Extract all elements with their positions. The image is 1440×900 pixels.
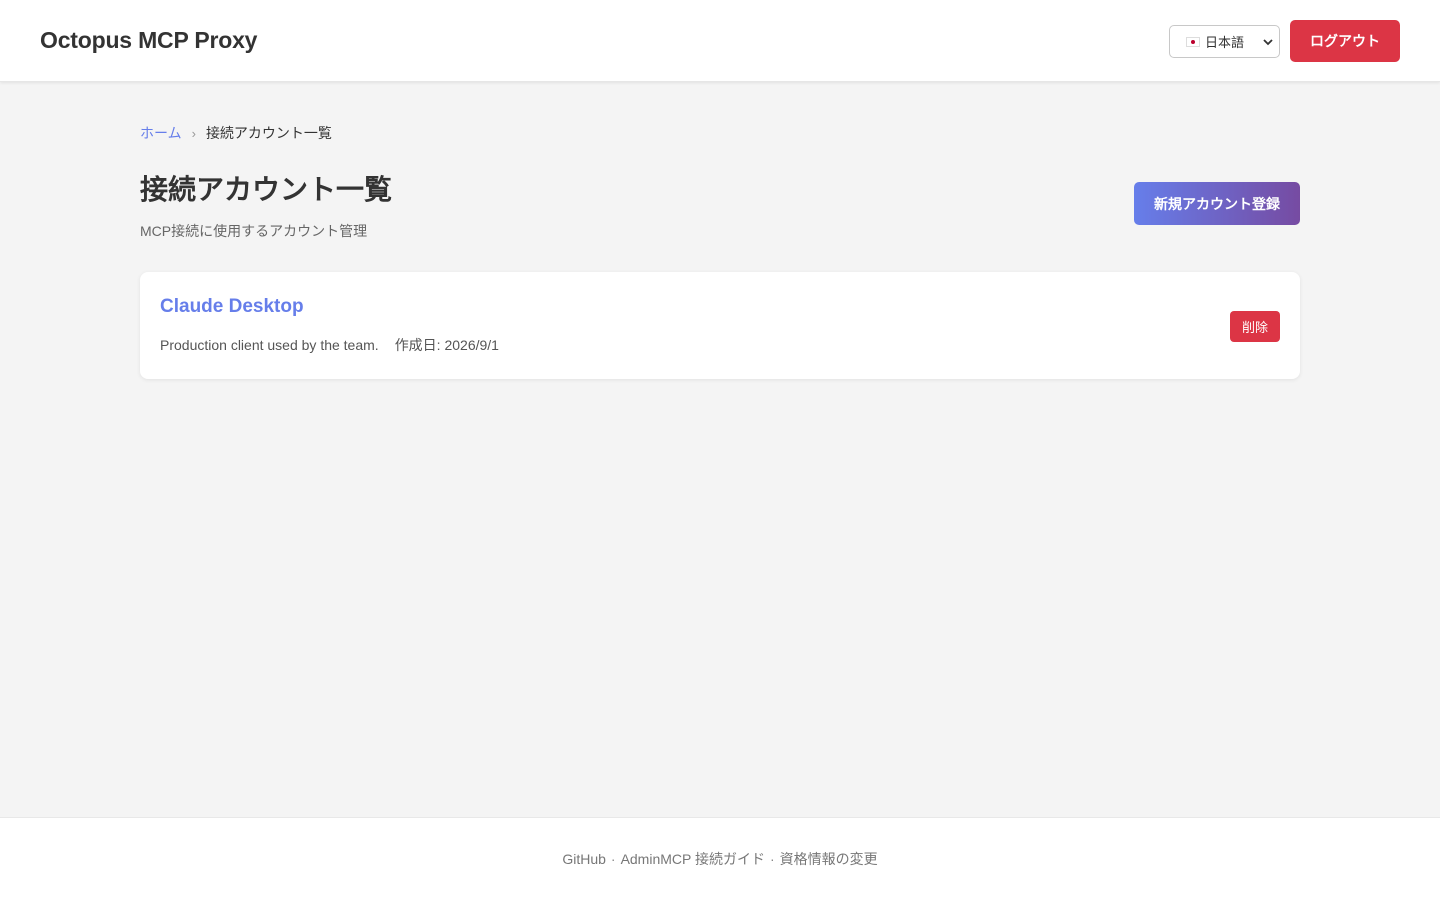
brand-title[interactable]: Octopus MCP Proxy — [40, 27, 257, 54]
chevron-down-icon — [1261, 33, 1275, 51]
account-card: Claude Desktop Production client used by… — [140, 272, 1300, 379]
footer-separator: · — [770, 851, 775, 867]
account-description: Production client used by the team. — [160, 337, 379, 353]
footer: GitHub · AdminMCP 接続ガイド · 資格情報の変更 — [0, 817, 1440, 900]
footer-separator: · — [610, 851, 616, 867]
page-subtitle: MCP接続に使用するアカウント管理 — [140, 223, 368, 239]
page: Octopus MCP Proxy 日本語 ログアウト ホーム › 接続アカウン… — [0, 0, 1440, 900]
top-header: Octopus MCP Proxy 日本語 ログアウト — [0, 0, 1440, 82]
logout-button[interactable]: ログアウト — [1290, 20, 1400, 62]
footer-credentials-link[interactable]: 資格情報の変更 — [780, 849, 878, 869]
account-created-date: 作成日: 2026/9/1 — [394, 337, 499, 353]
account-name-link[interactable]: Claude Desktop — [160, 296, 304, 318]
language-select-value: 日本語 — [1205, 35, 1245, 50]
new-account-button[interactable]: 新規アカウント登録 — [1134, 182, 1300, 225]
breadcrumb: ホーム › 接続アカウント一覧 — [140, 123, 332, 143]
japan-flag-icon — [1186, 36, 1200, 47]
page-title: 接続アカウント一覧 — [140, 174, 393, 205]
footer-guide-link[interactable]: AdminMCP 接続ガイド — [621, 849, 765, 869]
footer-github-link[interactable]: GitHub — [562, 851, 606, 867]
delete-account-button[interactable]: 削除 — [1230, 311, 1280, 342]
breadcrumb-separator: › — [191, 125, 196, 141]
breadcrumb-home-link[interactable]: ホーム — [140, 123, 182, 143]
language-select[interactable]: 日本語 — [1169, 25, 1280, 58]
breadcrumb-current: 接続アカウント一覧 — [205, 125, 332, 141]
account-meta: Production client used by the team. 作成日: … — [160, 335, 499, 355]
